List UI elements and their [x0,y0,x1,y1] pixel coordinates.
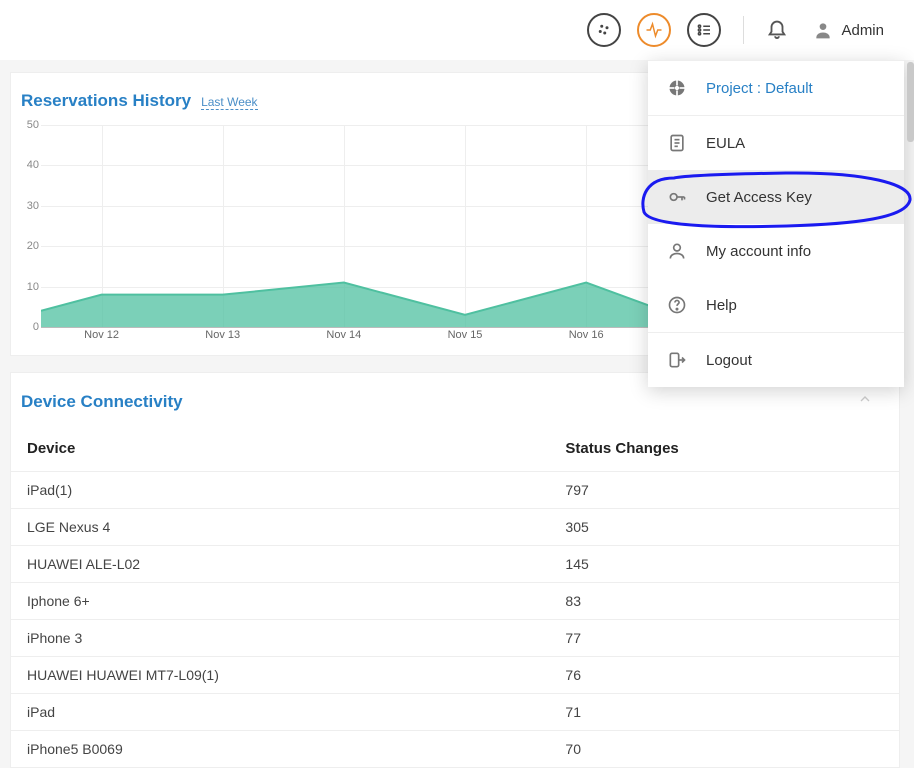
y-tick: 0 [33,321,39,333]
logout-icon [666,349,688,371]
x-tick: Nov 14 [326,329,361,341]
y-tick: 30 [27,200,39,212]
menu-account[interactable]: My account info [648,224,904,278]
document-icon [666,132,688,154]
y-tick: 50 [27,119,39,131]
cell-device: iPhone 3 [11,620,549,657]
x-tick: Nov 16 [569,329,604,341]
menu-logout[interactable]: Logout [648,333,904,387]
cell-device: iPad(1) [11,472,549,509]
menu-logout-label: Logout [706,352,752,369]
help-icon [666,294,688,316]
cell-status: 83 [549,583,899,620]
table-row: Iphone 6+83 [11,583,899,620]
account-icon [666,240,688,262]
cell-status: 797 [549,472,899,509]
col-device: Device [11,426,549,472]
table-row: HUAWEI HUAWEI MT7-L09(1)76 [11,657,899,694]
user-dropdown-menu: Project : Default EULA Get Access Key My… [648,60,904,387]
connectivity-table: Device Status Changes iPad(1)797LGE Nexu… [11,426,899,767]
notifications-bell-icon[interactable] [760,17,794,44]
key-icon [666,186,688,208]
menu-eula-label: EULA [706,135,745,152]
y-tick: 40 [27,159,39,171]
cell-device: HUAWEI HUAWEI MT7-L09(1) [11,657,549,694]
scrollbar-thumb[interactable] [907,62,914,142]
user-menu-button[interactable]: Admin [813,20,884,40]
cell-status: 71 [549,694,899,731]
connectivity-panel: Device Connectivity Device Status Change… [10,372,900,768]
menu-access-key-label: Get Access Key [706,189,812,206]
cell-status: 77 [549,620,899,657]
cell-device: HUAWEI ALE-L02 [11,546,549,583]
y-tick: 20 [27,240,39,252]
toolbar-divider [743,16,744,44]
table-row: LGE Nexus 4305 [11,509,899,546]
cell-device: iPhone5 B0069 [11,731,549,768]
cell-device: Iphone 6+ [11,583,549,620]
x-tick: Nov 15 [448,329,483,341]
list-settings-icon[interactable] [687,13,721,47]
palette-icon[interactable] [587,13,621,47]
y-tick: 10 [27,281,39,293]
collapse-caret-icon[interactable] [857,391,881,412]
cell-status: 145 [549,546,899,583]
menu-access-key[interactable]: Get Access Key [648,170,904,224]
user-label: Admin [841,22,884,39]
top-toolbar: Admin [0,0,914,60]
reservations-title: Reservations History [21,91,191,111]
cell-status: 76 [549,657,899,694]
table-row: iPad(1)797 [11,472,899,509]
cell-device: LGE Nexus 4 [11,509,549,546]
cell-status: 305 [549,509,899,546]
cell-status: 70 [549,731,899,768]
menu-account-label: My account info [706,243,811,260]
x-tick: Nov 12 [84,329,119,341]
table-row: iPhone 377 [11,620,899,657]
project-icon [666,77,688,99]
menu-help-label: Help [706,297,737,314]
menu-help[interactable]: Help [648,278,904,332]
x-tick: Nov 13 [205,329,240,341]
table-row: HUAWEI ALE-L02145 [11,546,899,583]
connectivity-title: Device Connectivity [21,392,183,412]
menu-project-label: Project : Default [706,80,813,97]
cell-device: iPad [11,694,549,731]
col-status: Status Changes [549,426,899,472]
user-icon [813,20,833,40]
menu-eula[interactable]: EULA [648,116,904,170]
table-row: iPad71 [11,694,899,731]
table-row: iPhone5 B006970 [11,731,899,768]
menu-project[interactable]: Project : Default [648,61,904,116]
activity-icon[interactable] [637,13,671,47]
reservations-range-link[interactable]: Last Week [201,95,257,110]
